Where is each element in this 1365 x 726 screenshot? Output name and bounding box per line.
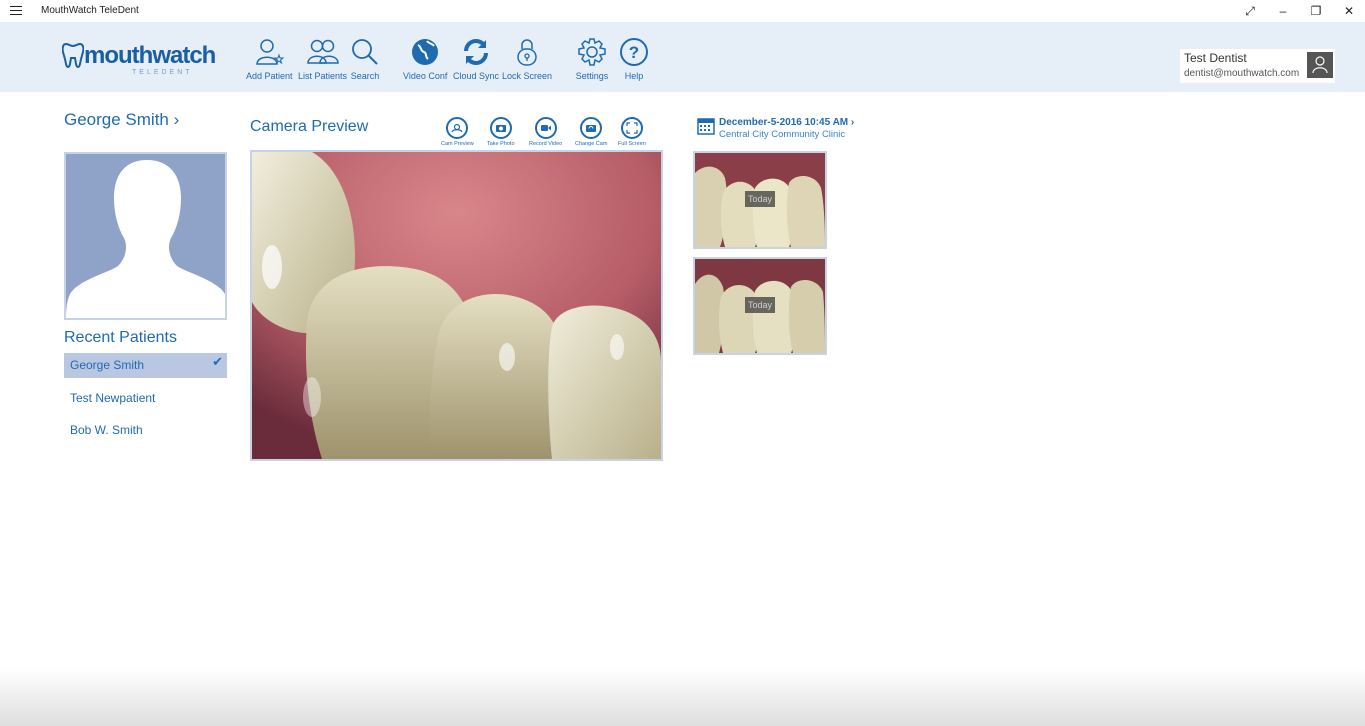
thumbnail-tag: Today	[745, 297, 776, 313]
help-label: Help	[624, 71, 644, 81]
expand-icon[interactable]: ⤢	[1234, 0, 1266, 22]
bottom-app-bar	[0, 668, 1365, 726]
lock-icon	[510, 36, 544, 68]
camera-icon	[489, 117, 512, 139]
logo-wordmark: mouthwatch	[84, 42, 216, 69]
list-patients-icon	[306, 36, 340, 68]
recent-patient-name: Bob W. Smith	[70, 423, 143, 437]
switch-camera-icon	[580, 117, 603, 139]
svg-text:?: ?	[629, 43, 639, 62]
photo-thumbnail[interactable]: Today	[693, 151, 827, 249]
full-screen-button[interactable]: Full Screen	[618, 117, 646, 147]
avatar-silhouette-icon	[66, 160, 225, 318]
restore-icon[interactable]: ❐	[1300, 0, 1332, 22]
video-icon	[534, 117, 557, 139]
video-conf-label: Video Conf	[403, 71, 448, 81]
cam-preview-button[interactable]: Cam Preview	[441, 117, 474, 147]
recent-patient-item[interactable]: George Smith ✔	[64, 353, 227, 378]
gear-icon	[575, 36, 609, 68]
session-date: December-5-2016 10:45 AM ›	[719, 117, 855, 128]
close-icon[interactable]: ✕	[1333, 0, 1365, 22]
change-cam-label: Change Cam	[575, 141, 608, 147]
list-patients-button[interactable]: List Patients	[298, 36, 347, 81]
user-email: dentist@mouthwatch.com	[1184, 68, 1300, 79]
minimize-icon[interactable]: –	[1267, 0, 1299, 22]
thumbnail-tag: Today	[745, 191, 776, 207]
user-name: Test Dentist	[1184, 51, 1247, 65]
search-button[interactable]: Search	[348, 36, 382, 81]
logo-subtitle: TELEDENT	[132, 69, 193, 76]
intraoral-image	[252, 152, 661, 459]
current-patient-name[interactable]: George Smith ›	[64, 110, 179, 130]
calendar-icon	[697, 118, 715, 135]
add-patient-label: Add Patient	[246, 71, 293, 81]
settings-button[interactable]: Settings	[575, 36, 609, 81]
record-video-label: Record Video	[529, 141, 563, 147]
sync-icon	[459, 36, 493, 68]
add-patient-icon	[252, 36, 286, 68]
settings-label: Settings	[575, 71, 609, 81]
camera-preview-feed[interactable]	[250, 150, 663, 461]
cloud-sync-button[interactable]: Cloud Sync	[453, 36, 499, 81]
lock-screen-button[interactable]: Lock Screen	[502, 36, 552, 81]
mouthwatch-logo: mouthwatch TELEDENT	[62, 40, 216, 80]
take-photo-button[interactable]: Take Photo	[487, 117, 515, 147]
help-icon: ?	[617, 36, 651, 68]
cam-preview-icon	[446, 117, 469, 139]
photo-thumbnail[interactable]: Today	[693, 257, 827, 355]
app-header: mouthwatch TELEDENT Add Patient List Pat…	[0, 22, 1365, 92]
camera-preview-title: Camera Preview	[250, 118, 369, 135]
list-patients-label: List Patients	[298, 71, 348, 81]
help-button[interactable]: ? Help	[617, 36, 651, 81]
recent-patient-item[interactable]: Test Newpatient	[64, 386, 227, 411]
user-icon	[1312, 56, 1328, 74]
globe-icon	[408, 36, 442, 68]
user-avatar[interactable]	[1307, 52, 1333, 78]
record-video-button[interactable]: Record Video	[529, 117, 562, 147]
tooth-logo-icon	[62, 42, 84, 68]
recent-patient-item[interactable]: Bob W. Smith	[64, 418, 227, 443]
search-label: Search	[350, 71, 380, 81]
window-title: MouthWatch TeleDent	[41, 5, 139, 16]
checkmark-icon: ✔	[212, 354, 223, 369]
recent-patients-title: Recent Patients	[64, 329, 177, 346]
change-cam-button[interactable]: Change Cam	[575, 117, 607, 147]
take-photo-label: Take Photo	[487, 141, 515, 147]
cloud-sync-label: Cloud Sync	[453, 71, 500, 81]
title-bar: MouthWatch TeleDent ⤢ – ❐ ✕	[0, 0, 1365, 22]
lock-screen-label: Lock Screen	[502, 71, 553, 81]
add-patient-button[interactable]: Add Patient	[246, 36, 293, 81]
fullscreen-icon	[620, 117, 643, 139]
hamburger-icon[interactable]	[10, 6, 22, 16]
search-icon	[348, 36, 382, 68]
recent-patient-name: George Smith	[70, 358, 145, 372]
full-screen-label: Full Screen	[618, 141, 646, 147]
recent-patient-name: Test Newpatient	[70, 391, 156, 405]
cam-preview-label: Cam Preview	[441, 141, 474, 147]
video-conf-button[interactable]: Video Conf	[403, 36, 447, 81]
session-clinic: Central City Community Clinic	[719, 129, 846, 140]
patient-photo-placeholder[interactable]	[64, 152, 227, 320]
